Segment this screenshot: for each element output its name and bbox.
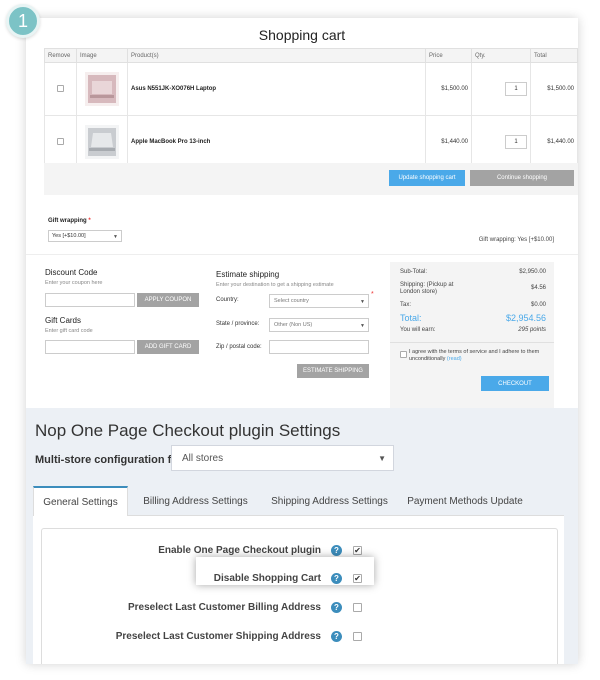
add-gift-card-button[interactable]: ADD GIFT CARD	[137, 340, 199, 354]
cart-table: Remove Image Product(s) Price Qty. Total	[44, 48, 578, 169]
cart-header-row: Remove Image Product(s) Price Qty. Total	[44, 48, 578, 63]
column-header-image: Image	[76, 48, 128, 63]
settings-tabs: General Settings Billing Address Setting…	[33, 486, 564, 517]
total-row: Total: $2,954.56	[400, 313, 546, 323]
zip-input[interactable]	[269, 340, 369, 354]
reward-points-row: You will earn: 295 points	[400, 327, 546, 333]
cart-actions-bar: Update shopping cart Continue shopping	[44, 163, 578, 195]
country-select[interactable]: Select country ▼	[269, 294, 369, 308]
store-select[interactable]: All stores ▼	[171, 445, 394, 471]
general-settings-tab-content: Enable One Page Checkout plugin ? ✔ Disa…	[33, 516, 564, 664]
checkbox-preselect-shipping-address[interactable]	[353, 632, 362, 641]
help-icon[interactable]: ?	[331, 545, 342, 556]
cart-row: Apple MacBook Pro 13-inch $1,440.00 1 $1…	[44, 115, 578, 169]
step-badge: 1	[6, 4, 40, 38]
option-label-preselect-shipping-address: Preselect Last Customer Shipping Address	[115, 631, 321, 642]
option-label-enable-one-page-checkout: Enable One Page Checkout plugin	[158, 545, 321, 556]
gift-wrapping-select[interactable]: Yes [+$10.00] ▼	[48, 230, 122, 242]
discount-hint: Enter your coupon here	[45, 280, 103, 286]
tab-payment-methods-update[interactable]: Payment Methods Update	[401, 486, 529, 517]
column-header-remove: Remove	[44, 48, 77, 63]
checkbox-preselect-billing-address[interactable]	[353, 603, 362, 612]
tax-row: Tax: $0.00	[400, 302, 546, 308]
terms-checkbox[interactable]	[400, 351, 407, 358]
country-label: Country:	[216, 297, 239, 303]
gift-wrapping-label: Gift wrapping *	[48, 218, 91, 224]
remove-checkbox[interactable]	[57, 84, 64, 92]
cart-title: Shopping cart	[258, 27, 346, 43]
order-totals: Sub-Total: $2,950.00 Shipping: (Pickup a…	[390, 262, 554, 408]
item-price: $1,500.00	[425, 62, 472, 116]
chevron-down-icon: ▼	[113, 234, 118, 240]
terms-text: I agree with the terms of service and I …	[409, 349, 540, 362]
product-name[interactable]: Asus N551JK-XO076H Laptop	[131, 86, 216, 92]
estimate-shipping-title: Estimate shipping	[216, 270, 280, 279]
chevron-down-icon: ▼	[360, 299, 365, 305]
item-total: $1,500.00	[530, 62, 578, 116]
subtotal-row: Sub-Total: $2,950.00	[400, 269, 546, 275]
option-label-disable-shopping-cart: Disable Shopping Cart	[213, 573, 321, 584]
product-name[interactable]: Apple MacBook Pro 13-inch	[131, 139, 210, 145]
discount-code-input[interactable]	[45, 293, 135, 307]
checkout-button[interactable]: CHECKOUT	[481, 376, 549, 391]
terms-read-link[interactable]: (read)	[447, 356, 462, 362]
checkbox-enable-one-page-checkout[interactable]: ✔	[353, 546, 362, 555]
discount-title: Discount Code	[45, 268, 98, 277]
state-label: State / province:	[216, 321, 260, 327]
divider	[390, 342, 554, 343]
divider	[26, 254, 578, 255]
chevron-down-icon: ▼	[378, 454, 386, 463]
column-header-price: Price	[425, 48, 472, 63]
remove-checkbox[interactable]	[57, 137, 64, 145]
settings-options-panel: Enable One Page Checkout plugin ? ✔ Disa…	[41, 528, 558, 664]
zip-label: Zip / postal code:	[216, 344, 262, 350]
gift-cards-hint: Enter gift card code	[45, 328, 93, 334]
apply-coupon-button[interactable]: APPLY COUPON	[137, 293, 199, 307]
required-marker: *	[371, 291, 374, 298]
column-header-qty: Qty.	[471, 48, 531, 63]
item-total: $1,440.00	[530, 115, 578, 169]
item-price: $1,440.00	[425, 115, 472, 169]
help-icon[interactable]: ?	[331, 631, 342, 642]
gift-card-code-input[interactable]	[45, 340, 135, 354]
update-cart-button[interactable]: Update shopping cart	[389, 170, 465, 186]
estimate-shipping-hint: Enter your destination to get a shipping…	[216, 282, 334, 288]
help-icon[interactable]: ?	[331, 602, 342, 613]
qty-input[interactable]: 1	[505, 82, 527, 96]
estimate-shipping-button[interactable]: ESTIMATE SHIPPING	[297, 364, 369, 378]
gift-wrapping-summary: Gift wrapping: Yes [+$10.00]	[478, 237, 554, 243]
column-header-total: Total	[530, 48, 578, 63]
screenshot-frame: Shopping cart Remove Image Product(s) Pr…	[26, 18, 578, 664]
cart-row: Asus N551JK-XO076H Laptop $1,500.00 1 $1…	[44, 62, 578, 116]
settings-title: Nop One Page Checkout plugin Settings	[35, 421, 341, 440]
tab-billing-address-settings[interactable]: Billing Address Settings	[133, 486, 258, 517]
required-marker: *	[88, 218, 91, 224]
laptop-thumbnail-asus[interactable]	[85, 72, 119, 106]
multistore-label: Multi-store configuration for	[35, 454, 183, 466]
chevron-down-icon: ▼	[360, 323, 365, 329]
state-select[interactable]: Other (Non US) ▼	[269, 318, 369, 332]
help-icon[interactable]: ?	[331, 573, 342, 584]
option-label-preselect-billing-address: Preselect Last Customer Billing Address	[127, 602, 321, 613]
checkbox-disable-shopping-cart[interactable]: ✔	[353, 574, 362, 583]
plugin-settings-panel: Nop One Page Checkout plugin Settings Mu…	[26, 408, 578, 664]
continue-shopping-button[interactable]: Continue shopping	[470, 170, 574, 186]
tab-general-settings[interactable]: General Settings	[33, 486, 128, 517]
gift-cards-title: Gift Cards	[45, 316, 82, 325]
shipping-row: Shipping: (Pickup at London store) $4.56	[400, 282, 546, 295]
laptop-thumbnail-macbook[interactable]	[85, 125, 119, 159]
tab-shipping-address-settings[interactable]: Shipping Address Settings	[263, 486, 396, 517]
column-header-product: Product(s)	[127, 48, 426, 63]
qty-input[interactable]: 1	[505, 135, 527, 149]
